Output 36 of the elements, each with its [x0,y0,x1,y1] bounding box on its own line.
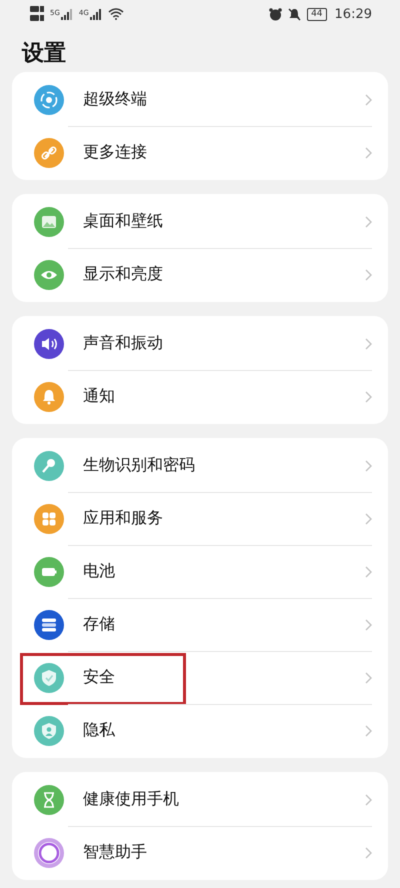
settings-item[interactable]: 电池 [12,545,388,598]
settings-item[interactable]: 超级终端 [12,73,388,126]
wifi-icon [108,8,124,20]
settings-item[interactable]: 声音和振动 [12,317,388,370]
settings-item[interactable]: 显示和亮度 [12,248,388,301]
chevron-icon [365,390,372,402]
battery-indicator: 44 [307,8,327,20]
chevron-icon [365,460,372,472]
chevron-icon [365,794,372,806]
settings-item[interactable]: 更多连接 [12,126,388,179]
settings-item[interactable]: 隐私 [12,704,388,757]
settings-item[interactable]: 通知 [12,370,388,423]
chevron-icon [365,672,372,684]
alarm-icon [269,8,282,20]
chevron-icon [365,618,372,630]
settings-item[interactable]: 桌面和壁纸 [12,195,388,248]
clock: 16:29 [334,6,372,22]
chevron-icon [365,566,372,578]
chevron-icon [365,724,372,736]
chevron-icon [365,338,372,350]
signal-icon [90,8,102,20]
chevron-icon [365,146,372,158]
settings-item[interactable]: 应用和服务 [12,492,388,545]
chevron-icon [365,216,372,228]
chevron-icon [365,846,372,858]
settings-item[interactable]: 安全 [12,651,388,704]
page-title: 设置 [20,40,67,68]
settings-item[interactable]: 存储 [12,598,388,651]
chevron-icon [365,94,372,106]
signal-icon [60,8,73,20]
settings-item[interactable]: 智慧助手 [12,826,388,879]
settings-item[interactable]: 生物识别和密码 [12,439,388,492]
chevron-icon [365,268,372,280]
chevron-icon [365,512,372,524]
settings-item[interactable]: 健康使用手机 [12,773,388,826]
bell-off-icon [288,8,302,20]
